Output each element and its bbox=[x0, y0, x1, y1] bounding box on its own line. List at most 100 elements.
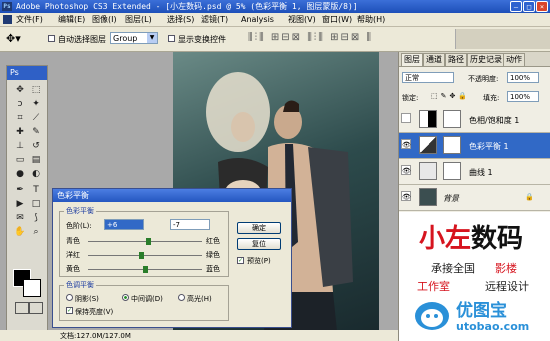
path-selection-icon[interactable]: ▶ bbox=[13, 198, 27, 210]
level-field-2[interactable]: -7 bbox=[170, 219, 210, 230]
auto-select-checkbox[interactable] bbox=[48, 35, 55, 42]
layer-row-hue-saturation[interactable]: 色相/饱和度 1 bbox=[399, 107, 550, 133]
layer-row-curves[interactable]: 👁 曲线 1 bbox=[399, 159, 550, 185]
menu-edit[interactable]: 编辑(E) bbox=[58, 14, 85, 25]
menu-view[interactable]: 视图(V) bbox=[288, 14, 316, 25]
menu-select[interactable]: 选择(S) bbox=[167, 14, 194, 25]
slider1-left-label: 青色 bbox=[66, 237, 80, 245]
dodge-tool-icon[interactable]: ◐ bbox=[29, 168, 43, 180]
minimize-button[interactable]: – bbox=[510, 1, 522, 12]
close-button[interactable]: × bbox=[536, 1, 548, 12]
shape-tool-icon[interactable]: □ bbox=[29, 198, 43, 210]
show-transform-checkbox[interactable] bbox=[168, 35, 175, 42]
move-tool-icon[interactable]: ✥ bbox=[13, 84, 27, 96]
ok-button[interactable]: 确定 bbox=[237, 222, 281, 234]
preview-label: 预览(P) bbox=[247, 257, 271, 265]
blend-mode-value: 正常 bbox=[405, 74, 419, 82]
notes-tool-icon[interactable]: ✉ bbox=[13, 212, 27, 224]
adjustment-thumbnail-icon bbox=[419, 110, 437, 128]
move-tool-icon[interactable]: ✥▾ bbox=[6, 32, 21, 45]
slider3-left-label: 黄色 bbox=[66, 265, 80, 273]
tab-history[interactable]: 历史记录 bbox=[467, 53, 505, 66]
eye-icon[interactable]: 👁 bbox=[401, 139, 411, 149]
blend-mode-select[interactable]: 正常 bbox=[402, 72, 454, 83]
shadows-radio[interactable] bbox=[66, 294, 73, 301]
auto-select-value: Group bbox=[113, 34, 138, 43]
slider1-thumb[interactable] bbox=[145, 238, 151, 245]
tab-channels[interactable]: 通道 bbox=[423, 53, 445, 66]
menu-analysis[interactable]: Analysis bbox=[241, 14, 274, 25]
menu-help[interactable]: 帮助(H) bbox=[357, 14, 385, 25]
dialog-title: 色彩平衡 bbox=[53, 189, 291, 202]
show-transform-label: 显示变换控件 bbox=[178, 35, 226, 44]
color-balance-dialog: 色彩平衡 色彩平衡 色阶(L): +6 -7 青色 红色 洋红 绿色 黄色 蓝色… bbox=[52, 188, 292, 328]
maximize-button[interactable]: □ bbox=[523, 1, 535, 12]
zoom-tool-icon[interactable]: ⌕ bbox=[29, 226, 43, 238]
clone-stamp-icon[interactable]: ⊥ bbox=[13, 140, 27, 152]
tab-layers[interactable]: 图层 bbox=[401, 53, 423, 66]
fill-label: 填充: bbox=[483, 94, 500, 102]
preserve-luminosity-checkbox[interactable]: ✓ bbox=[66, 307, 73, 314]
screen-mode-icon[interactable] bbox=[29, 302, 43, 314]
type-tool-icon[interactable]: T bbox=[29, 184, 43, 196]
history-brush-icon[interactable]: ↺ bbox=[29, 140, 43, 152]
background-color-swatch[interactable] bbox=[23, 279, 41, 297]
slider2-thumb[interactable] bbox=[138, 252, 144, 259]
highlights-radio[interactable] bbox=[178, 294, 185, 301]
auto-select-dropdown[interactable]: Group ▼ bbox=[110, 32, 158, 44]
group-label: 色调平衡 bbox=[64, 280, 96, 290]
quick-mask-icon[interactable] bbox=[15, 302, 29, 314]
level-field-1[interactable]: +6 bbox=[104, 219, 144, 230]
menu-window[interactable]: 窗口(W) bbox=[322, 14, 352, 25]
watermark-brand-a: 小左 bbox=[419, 224, 472, 254]
opacity-field[interactable]: 100% bbox=[507, 72, 539, 83]
layer-row-background[interactable]: 👁 背景 🔒 bbox=[399, 185, 550, 211]
pen-tool-icon[interactable]: ✒ bbox=[13, 184, 27, 196]
group-label: 色彩平衡 bbox=[64, 206, 96, 216]
eraser-tool-icon[interactable]: ▭ bbox=[13, 154, 27, 166]
preserve-luminosity-label: 保持亮度(V) bbox=[75, 308, 114, 316]
lock-label: 锁定: bbox=[402, 94, 419, 102]
fill-field[interactable]: 100% bbox=[507, 91, 539, 102]
layer-visibility-box[interactable] bbox=[401, 113, 411, 123]
gradient-tool-icon[interactable]: ▤ bbox=[29, 154, 43, 166]
photoshop-app-icon: Ps bbox=[2, 2, 12, 11]
adjustment-thumbnail-icon bbox=[419, 136, 437, 154]
tab-paths[interactable]: 路径 bbox=[445, 53, 467, 66]
eye-icon[interactable]: 👁 bbox=[401, 165, 411, 175]
tab-actions[interactable]: 动作 bbox=[503, 53, 525, 66]
layer-row-color-balance[interactable]: 👁 色彩平衡 1 bbox=[399, 133, 550, 159]
levels-label: 色阶(L): bbox=[66, 222, 92, 230]
menu-layer[interactable]: 图层(L) bbox=[125, 14, 152, 25]
brush-tool-icon[interactable]: ✎ bbox=[29, 126, 43, 138]
background-thumbnail bbox=[419, 188, 437, 206]
slider2-track[interactable] bbox=[88, 255, 202, 256]
midtones-radio[interactable] bbox=[122, 294, 129, 301]
magic-wand-icon[interactable]: ✦ bbox=[29, 98, 43, 110]
eye-icon[interactable]: 👁 bbox=[401, 191, 411, 201]
lasso-tool-icon[interactable]: ↄ bbox=[13, 98, 27, 110]
menu-image[interactable]: 图像(I) bbox=[92, 14, 117, 25]
document-size: 文档:127.0M/127.0M bbox=[60, 332, 131, 340]
slider3-thumb[interactable] bbox=[142, 266, 148, 273]
lock-icons[interactable]: ⬚✎✥🔒 bbox=[431, 92, 470, 100]
layer-mask-thumbnail bbox=[443, 110, 461, 128]
marquee-tool-icon[interactable]: ⬚ bbox=[29, 84, 43, 96]
site-url: utobao.com bbox=[456, 320, 530, 333]
preview-checkbox[interactable]: ✓ bbox=[237, 257, 244, 264]
tools-panel-header: Ps bbox=[7, 66, 47, 80]
blur-tool-icon[interactable]: ● bbox=[13, 168, 27, 180]
hand-tool-icon[interactable]: ✋ bbox=[13, 226, 27, 238]
reset-button[interactable]: 复位 bbox=[237, 238, 281, 250]
layer-name: 色相/饱和度 1 bbox=[469, 116, 520, 125]
menu-file[interactable]: 文件(F) bbox=[16, 14, 43, 25]
healing-brush-icon[interactable]: ✚ bbox=[13, 126, 27, 138]
align-icons[interactable]: ⫼⫶⫼ ⊞⊟⊠ ⫼⫶⫼ ⊞⊟⊠ ⫼ bbox=[248, 32, 373, 43]
menu-filter[interactable]: 滤镜(T) bbox=[201, 14, 228, 25]
auto-select-label: 自动选择图层 bbox=[58, 35, 106, 44]
photoshop-menu-icon[interactable] bbox=[3, 15, 12, 24]
slice-tool-icon[interactable]: ⟋ bbox=[29, 112, 43, 124]
site-logo-icon bbox=[415, 302, 449, 330]
crop-tool-icon[interactable]: ⌗ bbox=[13, 112, 27, 124]
eyedropper-icon[interactable]: ⟆ bbox=[29, 212, 43, 224]
